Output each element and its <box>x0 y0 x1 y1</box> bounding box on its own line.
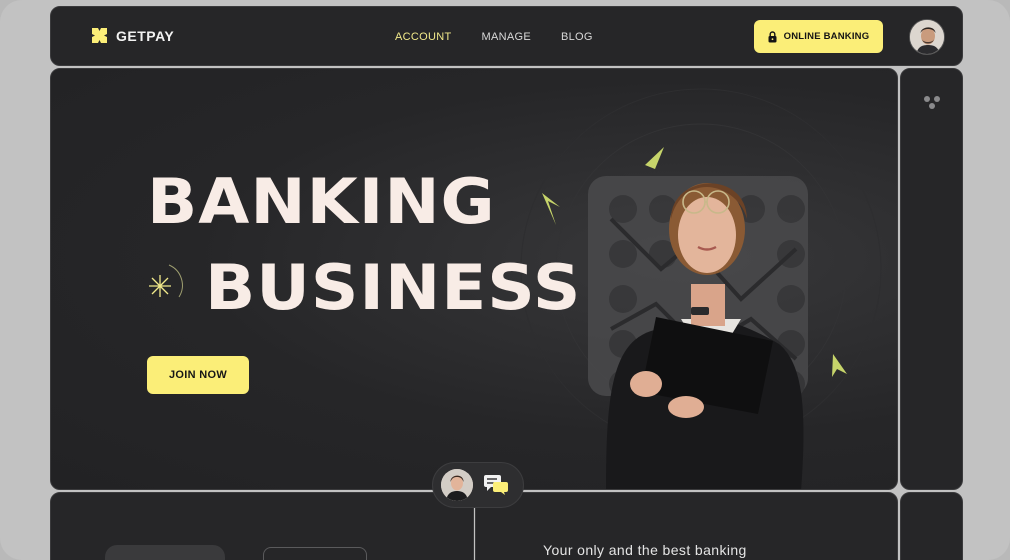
nav-item-blog[interactable]: BLOG <box>561 31 593 43</box>
nav-item-manage[interactable]: MANAGE <box>482 31 531 43</box>
nav-item-account[interactable]: ACCOUNT <box>395 31 452 43</box>
brand-name: GETPAY <box>116 27 175 44</box>
top-navbar: GETPAY ACCOUNT MANAGE BLOG ONLINE BANKIN… <box>50 6 963 66</box>
main-menu: ACCOUNT MANAGE BLOG <box>395 31 623 43</box>
avatar-photo <box>910 20 944 54</box>
join-now-button[interactable]: JOIN NOW <box>147 356 249 394</box>
online-banking-button[interactable]: ONLINE BANKING <box>754 20 883 53</box>
hero-section: BANKING BUSINESS JOIN NOW <box>50 68 898 490</box>
support-avatar <box>441 469 473 501</box>
chat-pill[interactable] <box>432 462 524 508</box>
dots-menu-icon[interactable] <box>923 95 943 111</box>
chat-bubble-icon <box>484 475 508 495</box>
headline-line-2: BUSINESS <box>205 250 582 325</box>
bottom-middle-card: Your only and the best banking <box>475 492 898 560</box>
brand-logo[interactable]: GETPAY <box>91 27 174 44</box>
feature-tag[interactable] <box>263 547 367 560</box>
sparkle-icon <box>149 275 171 297</box>
lock-icon <box>768 30 777 42</box>
bottom-left-card <box>50 492 474 560</box>
app-frame: GETPAY ACCOUNT MANAGE BLOG ONLINE BANKIN… <box>0 0 1010 560</box>
headline-line-1: BANKING <box>147 164 496 239</box>
tagline-text: Your only and the best banking <box>543 542 747 558</box>
user-avatar[interactable] <box>909 19 945 55</box>
pattern-graphic <box>105 545 225 560</box>
side-panel <box>900 68 963 490</box>
online-banking-label: ONLINE BANKING <box>783 31 870 42</box>
bottom-right-card <box>900 492 963 560</box>
getpay-logo-icon <box>92 28 107 43</box>
